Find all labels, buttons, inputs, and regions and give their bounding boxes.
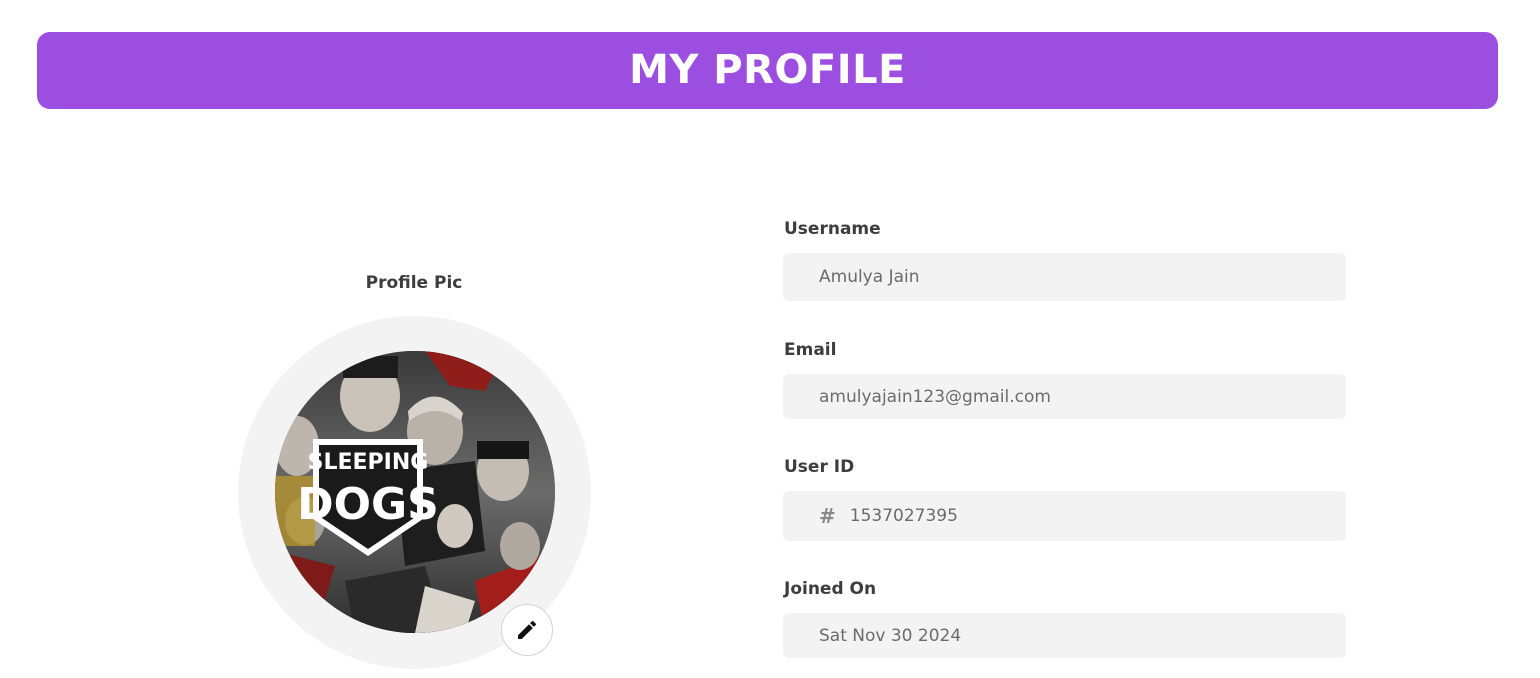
- joined-on-label: Joined On: [784, 579, 877, 599]
- username-field: Amulya Jain: [783, 253, 1346, 301]
- username-label: Username: [784, 219, 881, 239]
- profile-page: MY PROFILE Profile Pic SLEEPING DOGS Use…: [0, 0, 1540, 678]
- username-value: Amulya Jain: [819, 267, 920, 287]
- profile-picture-art: SLEEPING DOGS: [275, 351, 555, 633]
- email-field: amulyajain123@gmail.com: [783, 374, 1346, 419]
- user-id-label: User ID: [784, 457, 855, 477]
- joined-on-value: Sat Nov 30 2024: [819, 625, 962, 646]
- email-label: Email: [784, 340, 837, 360]
- profile-pic-label: Profile Pic: [365, 273, 463, 293]
- edit-profile-pic-button[interactable]: [501, 604, 553, 656]
- image-text-sleeping: SLEEPING: [308, 450, 429, 475]
- user-id-value: 1537027395: [849, 506, 958, 526]
- page-title: MY PROFILE: [629, 46, 906, 93]
- joined-on-field: Sat Nov 30 2024: [783, 613, 1346, 658]
- hash-icon: #: [819, 504, 836, 528]
- pencil-icon: [518, 620, 537, 639]
- user-id-field: # 1537027395: [783, 491, 1346, 541]
- image-text-dogs: DOGS: [297, 479, 439, 530]
- email-value: amulyajain123@gmail.com: [819, 386, 1051, 407]
- page-header: MY PROFILE: [37, 32, 1498, 109]
- profile-picture: SLEEPING DOGS: [275, 351, 555, 633]
